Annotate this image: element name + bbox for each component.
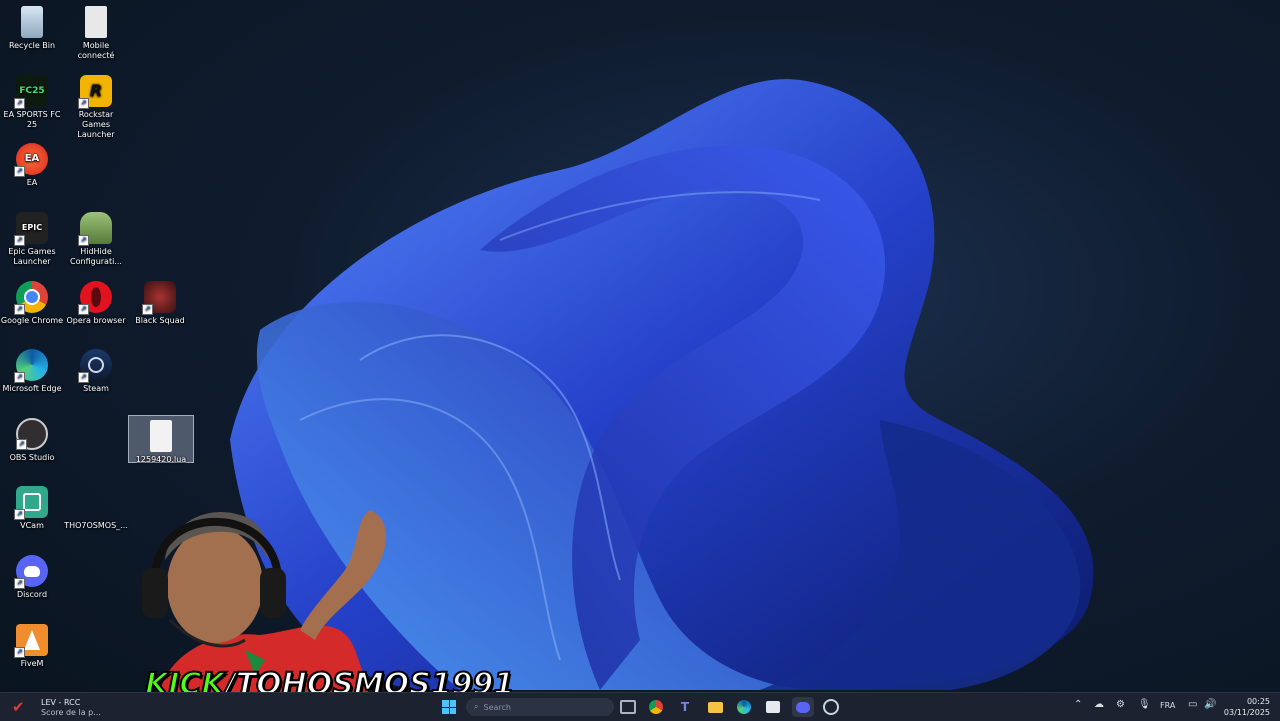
opera-icon: ↗ — [78, 281, 112, 315]
icon-label: Microsoft Edge — [2, 384, 62, 393]
taskbar-chrome[interactable] — [645, 697, 667, 717]
fc25-icon: FC25 ↗ — [14, 75, 48, 109]
icon-label: FiveM — [20, 659, 44, 668]
icon-label: Steam — [83, 384, 109, 393]
fivem-icon: ↗ — [14, 624, 48, 658]
epic-games-icon: EPIC ↗ — [14, 212, 48, 246]
desktop-icon-microsoft-edge[interactable]: ↗ Microsoft Edge — [0, 349, 64, 394]
weather-subtitle: Score de la p... — [41, 708, 101, 717]
desktop-icon-vcam[interactable]: ↗ VCam — [0, 486, 64, 531]
desktop-icon-epic-games[interactable]: EPIC ↗ Epic Games Launcher — [0, 212, 64, 267]
icon-label: Rockstar Games Launcher — [77, 110, 115, 139]
display-icon[interactable]: ▭ — [1188, 699, 1197, 710]
icon-label: Recycle Bin — [8, 41, 56, 50]
taskbar-teams[interactable]: T — [674, 697, 696, 717]
clock-date: 03/11/2025 — [1223, 708, 1270, 717]
icon-label: 1259420.lua — [135, 455, 187, 464]
icon-label: Epic Games Launcher — [8, 247, 56, 266]
weather-widget[interactable]: ✔ LEV - RCC Score de la p... — [8, 695, 118, 719]
store-icon — [766, 701, 780, 713]
icon-label: Opera browser — [66, 316, 126, 325]
desktop-icon-mobile-connecte[interactable]: Mobile connecté — [64, 6, 128, 61]
language-indicator[interactable]: FRA — [1160, 701, 1175, 710]
speaker-icon[interactable]: 🔊 — [1204, 699, 1216, 710]
blank-file-icon — [80, 486, 112, 518]
clock-time: 00:25 — [1246, 697, 1270, 706]
vcam-icon: ↗ — [14, 486, 48, 520]
desktop-icon-opera[interactable]: ↗ Opera browser — [64, 281, 128, 326]
taskbar-discord[interactable] — [792, 697, 814, 717]
start-button[interactable] — [438, 697, 460, 717]
icon-label: THO7OSMOS_... — [64, 521, 128, 530]
recycle-bin-icon — [21, 6, 43, 38]
desktop-icon-tho7osmos[interactable]: THO7OSMOS_... — [64, 486, 128, 531]
edge-icon: ↗ — [14, 349, 48, 383]
edge-icon — [737, 700, 751, 714]
lua-file-icon — [150, 420, 172, 452]
desktop-icon-rockstar[interactable]: R ↗ Rockstar Games Launcher — [64, 75, 128, 140]
taskbar-store[interactable] — [762, 697, 784, 717]
desktop-icon-ea[interactable]: EA ↗ EA — [0, 143, 64, 188]
weather-icon: ✔ — [12, 698, 25, 716]
search-icon: ⌕ — [474, 702, 479, 711]
icon-label: EA — [26, 178, 38, 187]
obs-icon: ↗ — [16, 418, 48, 450]
desktop-icon-hidhide[interactable]: ↗ HidHide Configurati... — [64, 212, 128, 267]
hidhide-icon: ↗ — [78, 212, 112, 246]
ea-icon: EA ↗ — [14, 143, 48, 177]
rockstar-icon: R ↗ — [78, 75, 112, 109]
chrome-icon: ↗ — [14, 281, 48, 315]
task-view-icon — [620, 700, 636, 714]
desktop-icon-ea-sports-fc-25[interactable]: FC25 ↗ EA SPORTS FC 25 — [0, 75, 64, 130]
desktop-icon-google-chrome[interactable]: ↗ Google Chrome — [0, 281, 64, 326]
clock[interactable]: 00:25 03/11/2025 — [1222, 696, 1270, 718]
icon-label: Google Chrome — [0, 316, 64, 325]
cloud-icon[interactable]: ☁ — [1094, 699, 1104, 710]
file-icon — [85, 6, 107, 38]
microphone-icon[interactable]: 🎙 — [1138, 699, 1151, 710]
folder-icon — [707, 701, 723, 713]
windows-icon — [442, 700, 456, 714]
icon-label: VCam — [20, 521, 44, 530]
taskbar-search[interactable]: ⌕ Search — [466, 698, 614, 716]
icon-label: OBS Studio — [9, 453, 55, 462]
desktop-icon-steam[interactable]: ↗ Steam — [64, 349, 128, 394]
desktop-icon-obs-studio[interactable]: ↗ OBS Studio — [0, 418, 64, 463]
desktop-icon-discord[interactable]: ↗ Discord — [0, 555, 64, 600]
task-view-button[interactable] — [617, 697, 639, 717]
icon-label: HidHide Configurati... — [70, 247, 122, 266]
black-squad-icon: ↗ — [142, 281, 176, 315]
steam-icon: ↗ — [78, 349, 112, 383]
webcam-overlay — [142, 510, 387, 692]
desktop-icon-lua-file[interactable]: 1259420.lua — [128, 415, 194, 464]
taskbar: ✔ LEV - RCC Score de la p... ⌕ Search T … — [0, 692, 1280, 721]
chrome-icon — [649, 700, 663, 714]
desktop-icon-recycle-bin[interactable]: Recycle Bin — [0, 6, 64, 51]
weather-title: LEV - RCC — [41, 698, 81, 707]
icon-label: Mobile connecté — [77, 41, 115, 60]
steam-icon — [823, 699, 839, 715]
desktop-icon-black-squad[interactable]: ↗ Black Squad — [128, 281, 192, 326]
icon-label: Discord — [16, 590, 48, 599]
taskbar-steam[interactable] — [820, 697, 842, 717]
icon-label: Black Squad — [135, 316, 185, 325]
network-icon[interactable]: ⚙ — [1116, 699, 1125, 710]
desktop-icon-fivem[interactable]: ↗ FiveM — [0, 624, 64, 669]
icon-label: EA SPORTS FC 25 — [3, 110, 61, 129]
taskbar-file-explorer[interactable] — [704, 697, 726, 717]
search-placeholder: Search — [483, 702, 511, 712]
chevron-up-icon[interactable]: ⌃ — [1074, 699, 1082, 710]
discord-icon: ↗ — [14, 555, 48, 589]
teams-icon: T — [680, 700, 690, 714]
discord-icon — [796, 701, 810, 713]
taskbar-edge[interactable] — [733, 697, 755, 717]
